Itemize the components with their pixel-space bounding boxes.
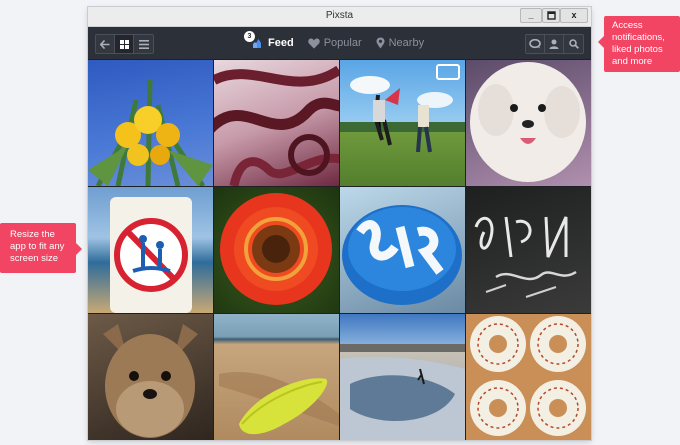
list-view-icon [138,39,149,49]
location-pin-icon [376,37,385,49]
grid-view-icon [119,39,129,49]
tab-nearby-label: Nearby [388,37,425,49]
grid-view-button[interactable] [115,35,134,53]
photo-image [219,372,339,435]
back-arrow-icon [100,39,110,49]
feed-tabs: 3 Feed Popular Nearby [244,27,424,59]
search-button[interactable] [564,35,583,53]
window-title: Pixsta [325,10,354,21]
maximize-icon [546,11,556,20]
photo-image [340,64,465,153]
back-button[interactable] [96,35,115,53]
tab-popular[interactable]: Popular [307,37,362,49]
photo-tile[interactable] [214,60,339,186]
photo-tile[interactable] [340,314,465,440]
photo-image [470,316,586,436]
photo-image [214,65,339,186]
photo-image [88,79,213,186]
heart-icon [307,38,320,48]
photo-tile[interactable] [340,60,465,186]
tab-popular-label: Popular [323,37,362,49]
feed-icon: 3 [244,31,264,49]
callout-resize: Resize the app to fit any screen size [0,223,82,273]
photo-image [470,62,586,182]
callout-arrow [76,243,82,255]
photo-tile[interactable] [214,314,339,440]
app-window: Pixsta _ x 3 Feed Popular Nearby [88,7,591,440]
tab-feed-label: Feed [268,37,294,49]
tab-nearby[interactable]: Nearby [376,37,424,49]
user-icon [549,39,559,49]
photo-tile[interactable] [466,187,591,313]
callout-notifications-text: Access notifications, liked photos and m… [612,20,665,67]
photo-tile[interactable] [88,60,213,186]
list-view-button[interactable] [134,35,153,53]
photo-image [103,324,198,438]
photo-tile[interactable] [88,187,213,313]
title-bar: Pixsta _ x [88,7,591,27]
maximize-button[interactable] [542,8,560,23]
photo-tile[interactable] [88,314,213,440]
minimize-button[interactable]: _ [520,8,542,23]
photo-grid [88,60,591,440]
photo-tile[interactable] [466,314,591,440]
tab-feed[interactable]: 3 Feed [244,31,294,49]
photo-image [220,193,332,305]
photo-image [110,197,192,313]
callout-arrow [598,36,604,48]
photo-tile[interactable] [340,187,465,313]
photo-tile[interactable] [466,60,591,186]
toolbar: 3 Feed Popular Nearby [88,27,591,60]
notifications-icon [529,39,541,49]
notifications-button[interactable] [526,35,545,53]
photo-tile[interactable] [214,187,339,313]
view-button-group [95,34,154,54]
close-button[interactable]: x [560,8,588,23]
callout-resize-text: Resize the app to fit any screen size [10,229,65,264]
photo-image [474,216,577,298]
profile-button[interactable] [545,35,564,53]
callout-notifications: Access notifications, liked photos and m… [598,16,680,72]
photo-image [340,344,465,440]
search-icon [568,39,579,49]
account-button-group [525,34,584,54]
photo-image [342,205,462,305]
